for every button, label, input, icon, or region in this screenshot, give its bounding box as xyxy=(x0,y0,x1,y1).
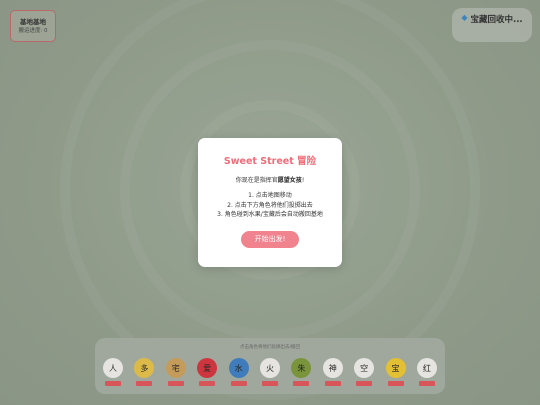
dialog-intro: 你现在是指挥官愿望女孩! xyxy=(198,175,342,184)
intro-prefix: 你现在是指挥官 xyxy=(235,177,278,184)
dialog-title: Sweet Street 冒险 xyxy=(223,156,317,167)
start-button[interactable]: 开始出发! xyxy=(241,230,299,248)
intro-role: 愿望女孩 xyxy=(277,177,302,184)
step-item: 1. 点击地图移动 xyxy=(248,192,292,199)
step-item: 2. 点击下方角色将他们投掷出去 xyxy=(227,201,313,209)
intro-dialog: Sweet Street 冒险 你现在是指挥官愿望女孩! 1. 点击地图移动 2… xyxy=(198,138,342,267)
dialog-steps: 1. 点击地图移动 2. 点击下方角色将他们投掷出去 3. 角色碰到水果/宝藏后… xyxy=(198,191,342,220)
step-item: 3. 角色碰到水果/宝藏后会自动搬回基地 xyxy=(217,211,323,218)
intro-suffix: ! xyxy=(301,177,305,184)
